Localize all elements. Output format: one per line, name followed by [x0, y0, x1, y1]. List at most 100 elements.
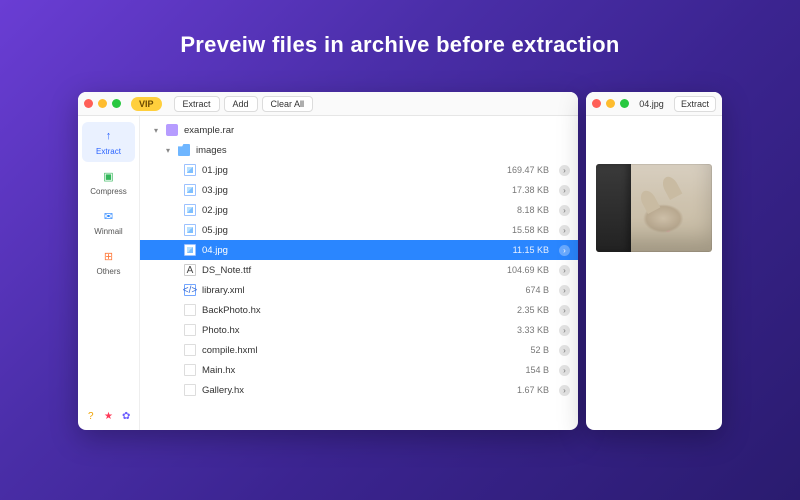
info-icon[interactable]: ›	[559, 345, 570, 356]
generic-icon	[184, 364, 196, 376]
winmail-icon: ✉	[101, 208, 117, 224]
compress-icon: ▣	[101, 168, 117, 184]
info-icon[interactable]: ›	[559, 185, 570, 196]
info-icon[interactable]: ›	[559, 285, 570, 296]
info-icon[interactable]: ›	[559, 225, 570, 236]
file-row[interactable]: A DS_Note.ttf 104.69 KB ›	[140, 260, 578, 280]
preview-window: 04.jpg Extract	[586, 92, 722, 430]
file-name: BackPhoto.hx	[202, 305, 511, 316]
add-button[interactable]: Add	[224, 96, 258, 112]
file-row[interactable]: 05.jpg 15.58 KB ›	[140, 220, 578, 240]
generic-icon	[184, 384, 196, 396]
extract-button[interactable]: Extract	[174, 96, 220, 112]
file-row[interactable]: 04.jpg11.15 KB›	[140, 240, 578, 260]
tree-folder[interactable]: ▾ images	[140, 140, 578, 160]
folder-icon	[178, 144, 190, 156]
file-size: 3.33 KB	[517, 325, 549, 335]
file-row[interactable]: Main.hx 154 B ›	[140, 360, 578, 380]
file-row[interactable]: Gallery.hx 1.67 KB ›	[140, 380, 578, 400]
clearall-button[interactable]: Clear All	[262, 96, 314, 112]
zoom-icon[interactable]	[620, 99, 629, 108]
generic-icon	[184, 324, 196, 336]
preview-title: 04.jpg	[635, 99, 668, 109]
img-icon	[184, 244, 196, 256]
minimize-icon[interactable]	[98, 99, 107, 108]
file-name: 03.jpg	[202, 185, 506, 196]
others-icon: ⊞	[101, 248, 117, 264]
file-name: Photo.hx	[202, 325, 511, 336]
sidebar-item-others[interactable]: ⊞ Others	[82, 242, 135, 282]
sidebar-item-winmail[interactable]: ✉ Winmail	[82, 202, 135, 242]
tree-root-label: example.rar	[184, 125, 570, 136]
file-name: Gallery.hx	[202, 385, 511, 396]
file-name: compile.hxml	[202, 345, 524, 356]
traffic-lights[interactable]	[592, 99, 629, 108]
toolbar: Extract Add Clear All	[174, 96, 314, 112]
sidebar-item-extract[interactable]: ↑ Extract	[82, 122, 135, 162]
archive-icon	[166, 124, 178, 136]
minimize-icon[interactable]	[606, 99, 615, 108]
info-icon[interactable]: ›	[559, 325, 570, 336]
xml-icon: </>	[184, 284, 196, 296]
info-icon[interactable]: ›	[559, 365, 570, 376]
generic-icon	[184, 344, 196, 356]
chevron-down-icon[interactable]: ▾	[164, 146, 172, 155]
file-size: 104.69 KB	[507, 265, 549, 275]
file-tree[interactable]: ▾ example.rar ▾ images 01.jpg169.47 KB›0…	[140, 116, 578, 430]
file-row[interactable]: BackPhoto.hx 2.35 KB ›	[140, 300, 578, 320]
file-name: 01.jpg	[202, 165, 501, 176]
info-icon[interactable]: ›	[559, 265, 570, 276]
file-row[interactable]: 01.jpg169.47 KB›	[140, 160, 578, 180]
zoom-icon[interactable]	[112, 99, 121, 108]
sidebar-item-compress[interactable]: ▣ Compress	[82, 162, 135, 202]
file-size: 52 B	[530, 345, 549, 355]
img-icon	[184, 224, 196, 236]
file-size: 1.67 KB	[517, 385, 549, 395]
file-row[interactable]: Photo.hx 3.33 KB ›	[140, 320, 578, 340]
preview-image	[596, 164, 712, 252]
font-icon: A	[184, 264, 196, 276]
sidebar-item-label: Others	[96, 267, 120, 276]
chevron-down-icon[interactable]: ▾	[152, 126, 160, 135]
file-row[interactable]: 03.jpg17.38 KB›	[140, 180, 578, 200]
file-name: 05.jpg	[202, 225, 506, 236]
file-row[interactable]: 02.jpg 8.18 KB ›	[140, 200, 578, 220]
file-name: library.xml	[202, 285, 519, 296]
file-size: 15.58 KB	[512, 225, 549, 235]
file-row[interactable]: </>library.xml674 B›	[140, 280, 578, 300]
file-size: 2.35 KB	[517, 305, 549, 315]
info-icon[interactable]: ›	[559, 165, 570, 176]
favorite-icon[interactable]: ★	[102, 410, 114, 422]
hero-title: Preveiw files in archive before extracti…	[0, 32, 800, 58]
vip-badge[interactable]: VIP	[131, 97, 162, 111]
help-icon[interactable]: ?	[85, 410, 97, 422]
file-row[interactable]: compile.hxml 52 B ›	[140, 340, 578, 360]
close-icon[interactable]	[84, 99, 93, 108]
img-icon	[184, 204, 196, 216]
info-icon[interactable]: ›	[559, 205, 570, 216]
tree-root[interactable]: ▾ example.rar	[140, 120, 578, 140]
preview-titlebar: 04.jpg Extract	[586, 92, 722, 116]
sidebar-item-label: Winmail	[94, 227, 122, 236]
extract-icon: ↑	[101, 128, 117, 144]
file-name: Main.hx	[202, 365, 519, 376]
preview-extract-button[interactable]: Extract	[674, 96, 716, 112]
file-size: 8.18 KB	[517, 205, 549, 215]
main-window: VIP Extract Add Clear All ↑ Extract ▣ Compr…	[78, 92, 578, 430]
sidebar-item-label: Extract	[96, 147, 121, 156]
preview-body	[586, 116, 722, 430]
file-name: DS_Note.ttf	[202, 265, 501, 276]
info-icon[interactable]: ›	[559, 385, 570, 396]
sidebar-item-label: Compress	[90, 187, 126, 196]
info-icon[interactable]: ›	[559, 245, 570, 256]
img-icon	[184, 184, 196, 196]
generic-icon	[184, 304, 196, 316]
close-icon[interactable]	[592, 99, 601, 108]
settings-icon[interactable]: ✿	[120, 410, 132, 422]
img-icon	[184, 164, 196, 176]
file-size: 11.15 KB	[513, 245, 549, 255]
file-name: 02.jpg	[202, 205, 511, 216]
file-size: 154 B	[525, 365, 549, 375]
info-icon[interactable]: ›	[559, 305, 570, 316]
traffic-lights[interactable]	[84, 99, 121, 108]
